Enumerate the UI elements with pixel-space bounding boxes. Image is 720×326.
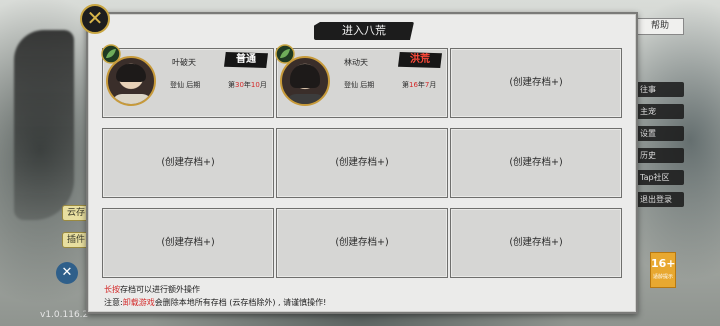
- menu-settings[interactable]: 设置: [636, 126, 684, 141]
- hint-long-press: 长按存档可以进行额外操作: [104, 285, 200, 294]
- age-rating-badge: 16+ 适龄提示: [650, 252, 676, 288]
- menu-tap-community[interactable]: Tap社区: [636, 170, 684, 185]
- character-portrait: [280, 56, 330, 106]
- hint-uninstall-warning: 注意:卸载游戏会删除本地所有存档 (云存档除外) , 请谨慎操作!: [104, 298, 327, 307]
- save-slot-7[interactable]: (创建存档+): [102, 208, 274, 278]
- character-realm: 登仙 后期: [344, 81, 375, 89]
- character-realm: 登仙 后期: [170, 81, 201, 89]
- dialog-title: 进入八荒: [314, 22, 414, 40]
- menu-history[interactable]: 历史: [636, 148, 684, 163]
- menu-logout[interactable]: 退出登录: [636, 192, 684, 207]
- difficulty-badge: 洪荒: [398, 52, 442, 68]
- menu-past[interactable]: 往事: [636, 82, 684, 97]
- save-slot-3[interactable]: (创建存档+): [450, 48, 622, 118]
- version-label: v1.0.116.2: [40, 310, 89, 320]
- character-portrait: [106, 56, 156, 106]
- save-slot-8[interactable]: (创建存档+): [276, 208, 448, 278]
- difficulty-badge: 普通: [224, 52, 268, 68]
- character-date: 第16年7月: [402, 81, 437, 89]
- close-x-icon[interactable]: ✕: [80, 4, 110, 34]
- character-name: 叶破天: [172, 58, 196, 67]
- tools-icon[interactable]: ✕: [56, 262, 78, 284]
- menu-pet[interactable]: 主宠: [636, 104, 684, 119]
- character-name: 林动天: [344, 58, 368, 67]
- background-calligraphy: [14, 30, 74, 220]
- save-slot-9[interactable]: (创建存档+): [450, 208, 622, 278]
- save-slot-6[interactable]: (创建存档+): [450, 128, 622, 198]
- help-tab[interactable]: 帮助: [636, 18, 684, 35]
- save-slot-5[interactable]: (创建存档+): [276, 128, 448, 198]
- character-date: 第30年10月: [228, 81, 267, 89]
- save-slot-4[interactable]: (创建存档+): [102, 128, 274, 198]
